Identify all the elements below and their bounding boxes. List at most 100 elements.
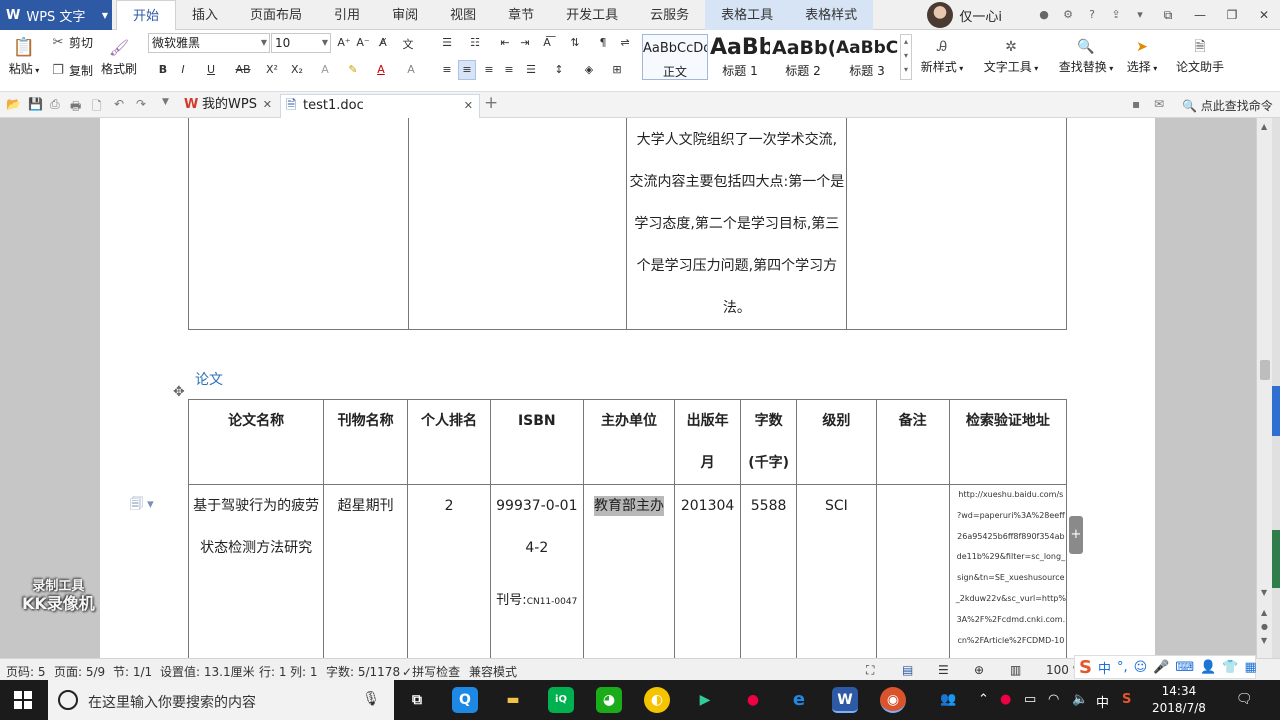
header-cell[interactable]: 级别 bbox=[796, 399, 877, 485]
header-cell[interactable]: 个人排名 bbox=[407, 399, 491, 485]
pinyin-icon[interactable]: 文 bbox=[399, 36, 417, 52]
scroll-up-icon[interactable]: ▲ bbox=[1261, 122, 1267, 131]
text-tools-button[interactable]: ✲ 文字工具 ▾ bbox=[980, 36, 1042, 75]
level-cell[interactable]: SCI bbox=[796, 484, 877, 658]
reading-view-icon[interactable]: ▥ bbox=[1010, 663, 1021, 677]
new-style-button[interactable]: Ꭿ 新样式 ▾ bbox=[916, 36, 968, 75]
sogou-logo-icon[interactable]: S bbox=[1079, 657, 1092, 678]
style-heading-2[interactable]: AaBb( 标题 2 bbox=[772, 34, 834, 80]
minimize-button[interactable]: — bbox=[1184, 8, 1216, 22]
side-panel-tab[interactable] bbox=[1272, 530, 1280, 588]
recorder-app-icon[interactable]: ● bbox=[740, 687, 766, 713]
toolbox-icon[interactable]: ▦ bbox=[1245, 660, 1257, 675]
strikethrough-icon[interactable]: AB bbox=[234, 63, 252, 76]
table-cell[interactable] bbox=[407, 118, 628, 330]
justify-icon[interactable]: ≡ bbox=[500, 63, 518, 76]
tab-4[interactable]: 审阅 bbox=[376, 0, 434, 30]
clear-format-icon[interactable]: A̸ bbox=[374, 36, 392, 49]
emoji-icon[interactable]: ☺ bbox=[1134, 660, 1148, 675]
windows-start-button[interactable] bbox=[14, 691, 32, 709]
font-name-select[interactable]: 微软雅黑 ▼ bbox=[148, 33, 270, 53]
move-table-icon[interactable]: ✥ bbox=[173, 384, 185, 400]
words-cell[interactable]: 5588 bbox=[739, 484, 798, 658]
notifications-icon[interactable]: 🗨 bbox=[1236, 692, 1253, 707]
command-search[interactable]: 🔍 点此查找命令 bbox=[1182, 97, 1273, 114]
save-icon[interactable]: 💾 bbox=[28, 97, 43, 111]
distribute-icon[interactable]: ☰ bbox=[522, 63, 540, 76]
decrease-indent-icon[interactable]: ⇤ bbox=[496, 36, 514, 49]
tab-7[interactable]: 开发工具 bbox=[550, 0, 634, 30]
header-cell[interactable]: 刊物名称 bbox=[323, 399, 409, 485]
edge-browser-icon[interactable]: e bbox=[786, 687, 812, 713]
help-icon[interactable]: ? bbox=[1085, 8, 1099, 22]
iqiyi-app-icon[interactable]: iQ bbox=[548, 687, 574, 713]
app-menu-button[interactable]: W WPS 文字 ▼ bbox=[0, 0, 112, 30]
prev-page-icon[interactable]: ▲ bbox=[1261, 608, 1267, 617]
table-cell[interactable] bbox=[846, 118, 1067, 330]
header-cell[interactable]: 主办单位 bbox=[582, 399, 676, 485]
ime-punct-icon[interactable]: °, bbox=[1117, 660, 1128, 675]
next-page-icon[interactable]: ▼ bbox=[1261, 636, 1267, 645]
tab-6[interactable]: 章节 bbox=[492, 0, 550, 30]
chevron-down-icon[interactable]: ▼ bbox=[162, 97, 169, 107]
align-center-icon[interactable]: ≡ bbox=[458, 60, 476, 80]
tab-current-document[interactable]: 🗎 test1.doc ✕ bbox=[280, 94, 480, 118]
isbn-cell[interactable]: 99937-0-01 4-2 刊号:CN11-0047 bbox=[489, 484, 584, 658]
style-heading-3[interactable]: AaBbC 标题 3 bbox=[836, 34, 898, 80]
tab-0[interactable]: 开始 bbox=[116, 0, 177, 31]
web-view-icon[interactable]: ⊕ bbox=[974, 663, 984, 677]
header-cell[interactable]: ISBN bbox=[489, 399, 584, 485]
organizer-cell[interactable]: 教育部主办 bbox=[582, 484, 676, 658]
increase-indent-icon[interactable]: ⇥ bbox=[516, 36, 534, 49]
scroll-down-icon[interactable]: ▼ bbox=[1261, 588, 1267, 597]
message-icon[interactable]: ✉ bbox=[1154, 97, 1164, 111]
volume-icon[interactable]: 🔈 bbox=[1072, 692, 1088, 707]
header-cell[interactable]: 检索验证地址 bbox=[948, 399, 1068, 485]
table-cell[interactable]: 大学人文院组织了一次学术交流, 交流内容主要包括四大点:第一个是 学习态度,第二… bbox=[626, 118, 848, 330]
avatar[interactable] bbox=[927, 2, 954, 28]
undo-icon[interactable]: ↶ bbox=[114, 97, 124, 111]
user-name[interactable]: 仅一心i bbox=[959, 6, 1002, 25]
show-hidden-icons[interactable]: ⌃ bbox=[978, 692, 989, 707]
italic-icon[interactable]: I bbox=[174, 63, 192, 76]
paragraph-icon[interactable]: ⇌ bbox=[616, 36, 634, 49]
select-browse-icon[interactable]: ● bbox=[1261, 622, 1268, 631]
task-view-icon[interactable]: ⧉ bbox=[404, 687, 430, 713]
ime-chinese-icon[interactable]: 中 bbox=[1098, 658, 1111, 677]
underline-icon[interactable]: U bbox=[202, 63, 220, 76]
numbering-icon[interactable]: ☷ bbox=[466, 36, 484, 49]
tile-window-button[interactable]: ⧉ bbox=[1152, 8, 1184, 23]
table-cell[interactable] bbox=[188, 118, 409, 330]
wps-writer-taskbar-icon[interactable]: W bbox=[832, 687, 858, 713]
close-button[interactable]: ✕ bbox=[1248, 8, 1280, 22]
journal-cell[interactable]: 超星期刊 bbox=[323, 484, 409, 658]
tab-2[interactable]: 页面布局 bbox=[234, 0, 318, 30]
select-button[interactable]: ➤ 选择 ▾ bbox=[1122, 36, 1162, 75]
font-color-icon[interactable]: A bbox=[372, 63, 390, 76]
tab-3[interactable]: 引用 bbox=[318, 0, 376, 30]
microphone-icon[interactable]: 🎙 bbox=[362, 691, 380, 707]
print-icon[interactable]: 🖶 bbox=[70, 97, 81, 118]
redo-icon[interactable]: ↷ bbox=[136, 97, 146, 111]
skin-icon[interactable]: 👕 bbox=[1222, 660, 1238, 675]
menu-icon[interactable]: ▾ bbox=[1133, 8, 1147, 22]
superscript-icon[interactable]: X² bbox=[263, 63, 281, 76]
system-clock[interactable]: 14:34 2018/7/8 bbox=[1152, 683, 1206, 717]
font-size-select[interactable]: 10 ▼ bbox=[271, 33, 331, 53]
output-icon[interactable]: ⎙ bbox=[50, 97, 60, 112]
paper-title-cell[interactable]: 基于驾驶行为的疲劳 状态检测方法研究 bbox=[187, 484, 325, 658]
bullets-icon[interactable]: ☰ bbox=[438, 36, 456, 49]
header-cell[interactable]: 出版年 月 bbox=[674, 399, 741, 485]
bold-icon[interactable]: B bbox=[154, 63, 172, 76]
tab-my-wps[interactable]: W 我的WPS ✕ bbox=[180, 94, 278, 118]
line-spacing-icon[interactable]: ↕ bbox=[550, 63, 568, 76]
sort-icon[interactable]: ⇅ bbox=[566, 36, 584, 49]
paste-options-icon[interactable]: 🗐 ▾ bbox=[130, 495, 154, 517]
status-setting[interactable]: 设置值: 13.1厘米 bbox=[160, 663, 255, 680]
close-icon[interactable]: ✕ bbox=[464, 95, 473, 117]
spell-check-status[interactable]: ✓拼写检查 bbox=[402, 663, 460, 680]
file-explorer-icon[interactable]: ▬ bbox=[500, 687, 526, 713]
header-cell[interactable]: 备注 bbox=[875, 399, 950, 485]
minimize-panel-icon[interactable]: ▪ bbox=[1132, 97, 1140, 111]
scroll-thumb[interactable] bbox=[1260, 360, 1270, 380]
